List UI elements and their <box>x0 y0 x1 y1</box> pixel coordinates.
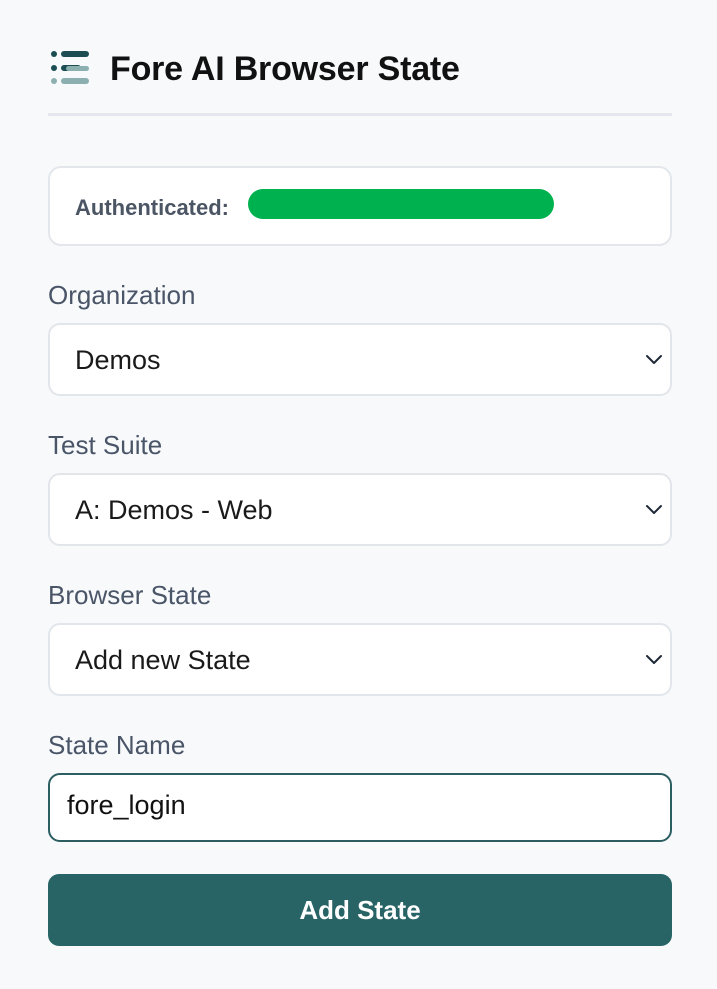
fore-logo-icon <box>51 51 89 84</box>
organization-selected-value: Demos <box>75 345 161 375</box>
chevron-down-icon <box>646 655 662 664</box>
test-suite-select[interactable]: A: Demos - Web <box>48 473 672 546</box>
auth-status-box: Authenticated: <box>48 166 672 246</box>
organization-label: Organization <box>48 280 196 310</box>
page-title: Fore AI Browser State <box>110 50 460 88</box>
browser-state-select[interactable]: Add new State <box>48 623 672 696</box>
header: Fore AI Browser State <box>48 0 672 116</box>
state-name-label: State Name <box>48 730 186 760</box>
auth-label: Authenticated: <box>75 195 229 220</box>
test-suite-selected-value: A: Demos - Web <box>75 495 273 525</box>
state-name-input[interactable] <box>48 773 672 842</box>
test-suite-label: Test Suite <box>48 430 163 460</box>
browser-state-selected-value: Add new State <box>75 645 251 675</box>
browser-state-label: Browser State <box>48 580 212 610</box>
chevron-down-icon <box>646 505 662 514</box>
chevron-down-icon <box>646 355 662 364</box>
add-state-button[interactable]: Add State <box>48 874 672 946</box>
auth-value-redacted <box>248 189 554 219</box>
browser-state-panel: Fore AI Browser State Authenticated: Org… <box>48 0 672 946</box>
organization-select[interactable]: Demos <box>48 323 672 396</box>
